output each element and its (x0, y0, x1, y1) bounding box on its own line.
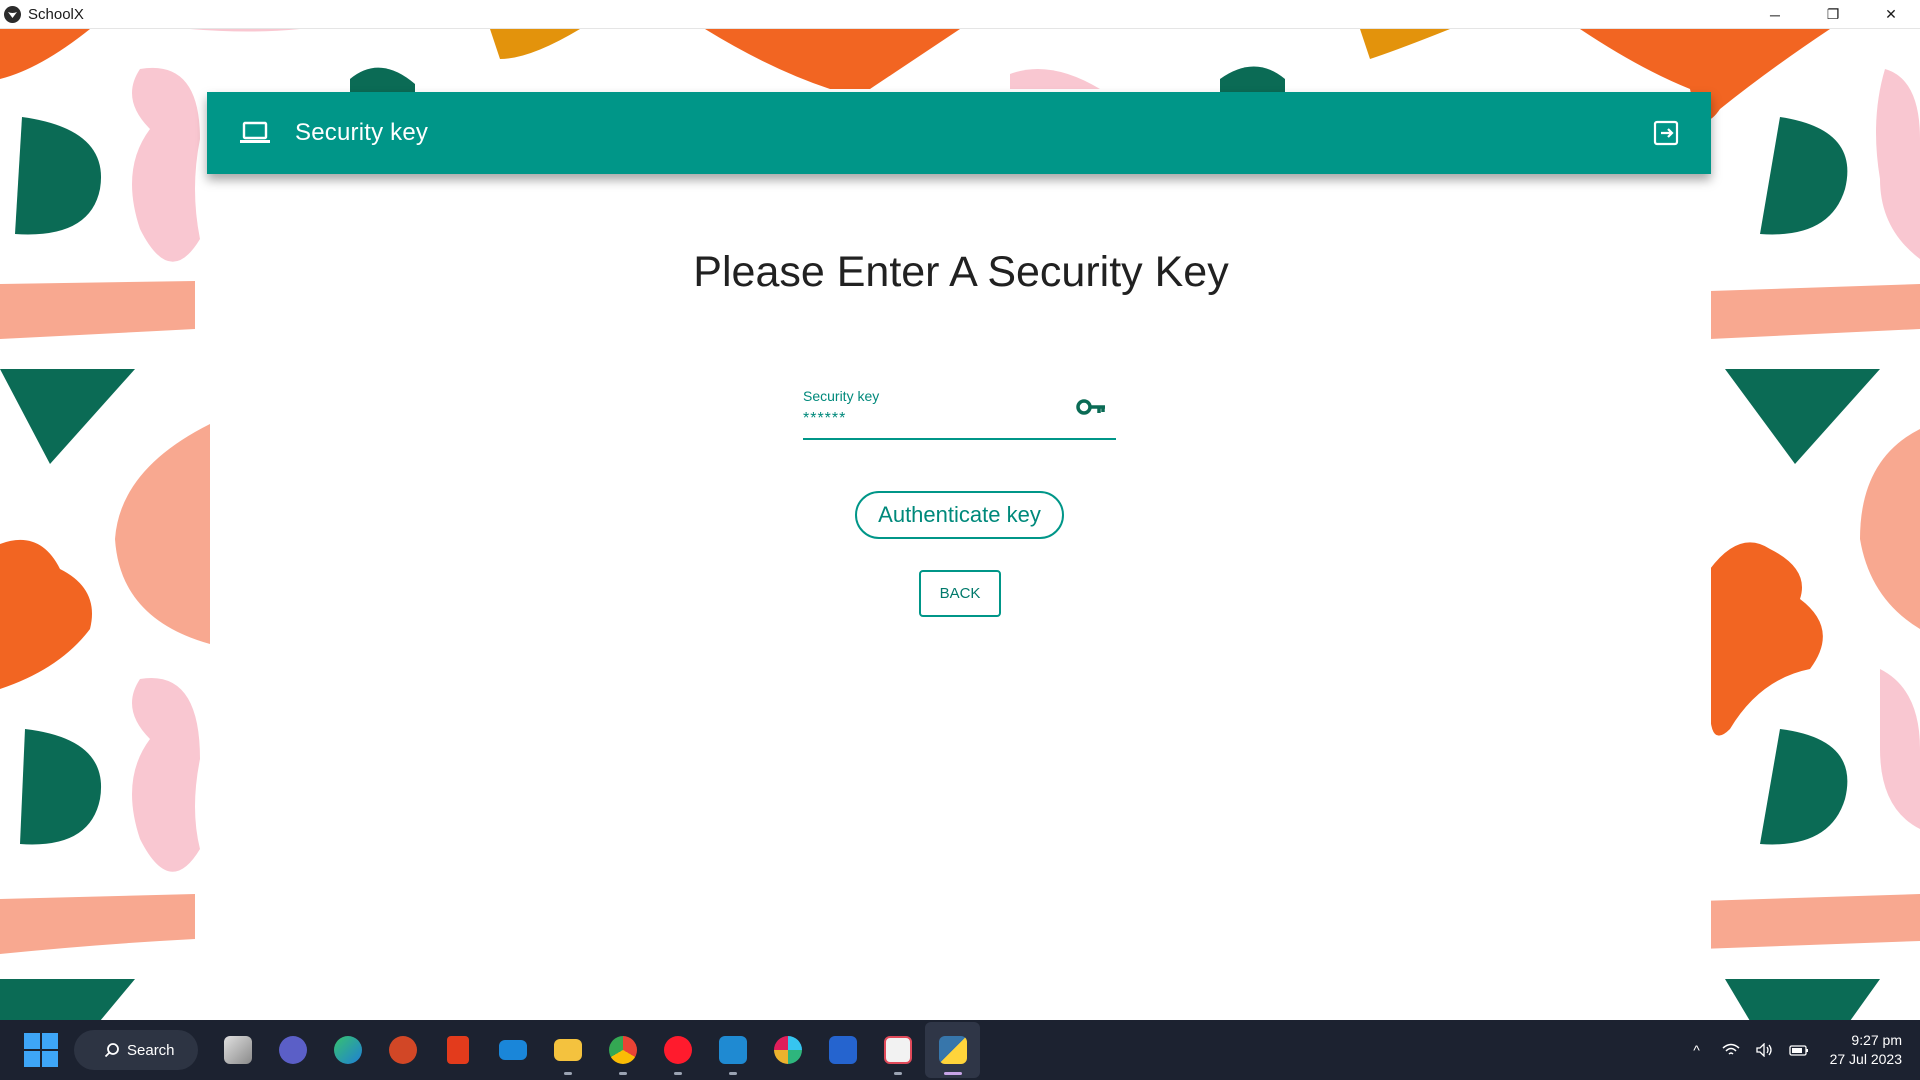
vscode-icon[interactable] (705, 1022, 760, 1078)
taskbar-clock[interactable]: 9:27 pm 27 Jul 2023 (1830, 1031, 1902, 1069)
chevron-up-icon[interactable]: ^ (1686, 1039, 1708, 1061)
opera-icon[interactable] (650, 1022, 705, 1078)
back-button[interactable]: BACK (919, 570, 1001, 617)
file-explorer-icon[interactable] (540, 1022, 595, 1078)
edge-icon[interactable] (320, 1022, 375, 1078)
battery-icon[interactable] (1788, 1039, 1810, 1061)
key-icon (1076, 399, 1105, 415)
security-key-label: Security key (803, 388, 880, 404)
security-key-field[interactable]: Security key ****** (803, 380, 1116, 440)
taskbar: Search ^ 9:27 pm 27 Jul 2023 (0, 1020, 1920, 1080)
python-app-icon[interactable] (925, 1022, 980, 1078)
minimize-button[interactable]: ─ (1746, 0, 1804, 29)
chrome-icon[interactable] (595, 1022, 650, 1078)
windows-start-icon[interactable] (24, 1033, 58, 1067)
app-logo-icon (4, 5, 21, 23)
system-tray: ^ 9:27 pm 27 Jul 2023 (1680, 1020, 1920, 1080)
window-titlebar: SchoolX ─ ❐ ✕ (0, 0, 1920, 29)
search-icon (104, 1043, 119, 1058)
close-button[interactable]: ✕ (1862, 0, 1920, 29)
authenticate-key-button[interactable]: Authenticate key (855, 491, 1064, 539)
window-title: SchoolX (28, 5, 84, 23)
laptop-icon (240, 121, 270, 143)
app-bar: Security key (207, 92, 1711, 174)
restore-button[interactable]: ❐ (1804, 0, 1862, 29)
exit-icon[interactable] (1653, 120, 1679, 146)
todo-icon[interactable] (815, 1022, 870, 1078)
wifi-icon[interactable] (1720, 1039, 1742, 1061)
clock-date: 27 Jul 2023 (1829, 1051, 1902, 1067)
taskbar-search[interactable]: Search (74, 1030, 198, 1070)
app-bar-title: Security key (295, 119, 429, 146)
slack-icon[interactable] (760, 1022, 815, 1078)
mail-icon[interactable] (485, 1022, 540, 1078)
office-icon[interactable] (430, 1022, 485, 1078)
powerpoint-icon[interactable] (375, 1022, 430, 1078)
snipping-tool-icon[interactable] (870, 1022, 925, 1078)
search-label: Search (127, 1041, 175, 1059)
page-heading: Please Enter A Security Key (693, 248, 1229, 296)
task-view-icon[interactable] (210, 1022, 265, 1078)
taskbar-apps (210, 1022, 980, 1078)
window-controls: ─ ❐ ✕ (1746, 0, 1920, 29)
volume-icon[interactable] (1754, 1039, 1776, 1061)
clock-time: 9:27 pm (1851, 1032, 1902, 1048)
security-key-input[interactable]: ****** (803, 410, 846, 428)
main-card (211, 92, 1711, 1021)
meet-icon[interactable] (265, 1022, 320, 1078)
